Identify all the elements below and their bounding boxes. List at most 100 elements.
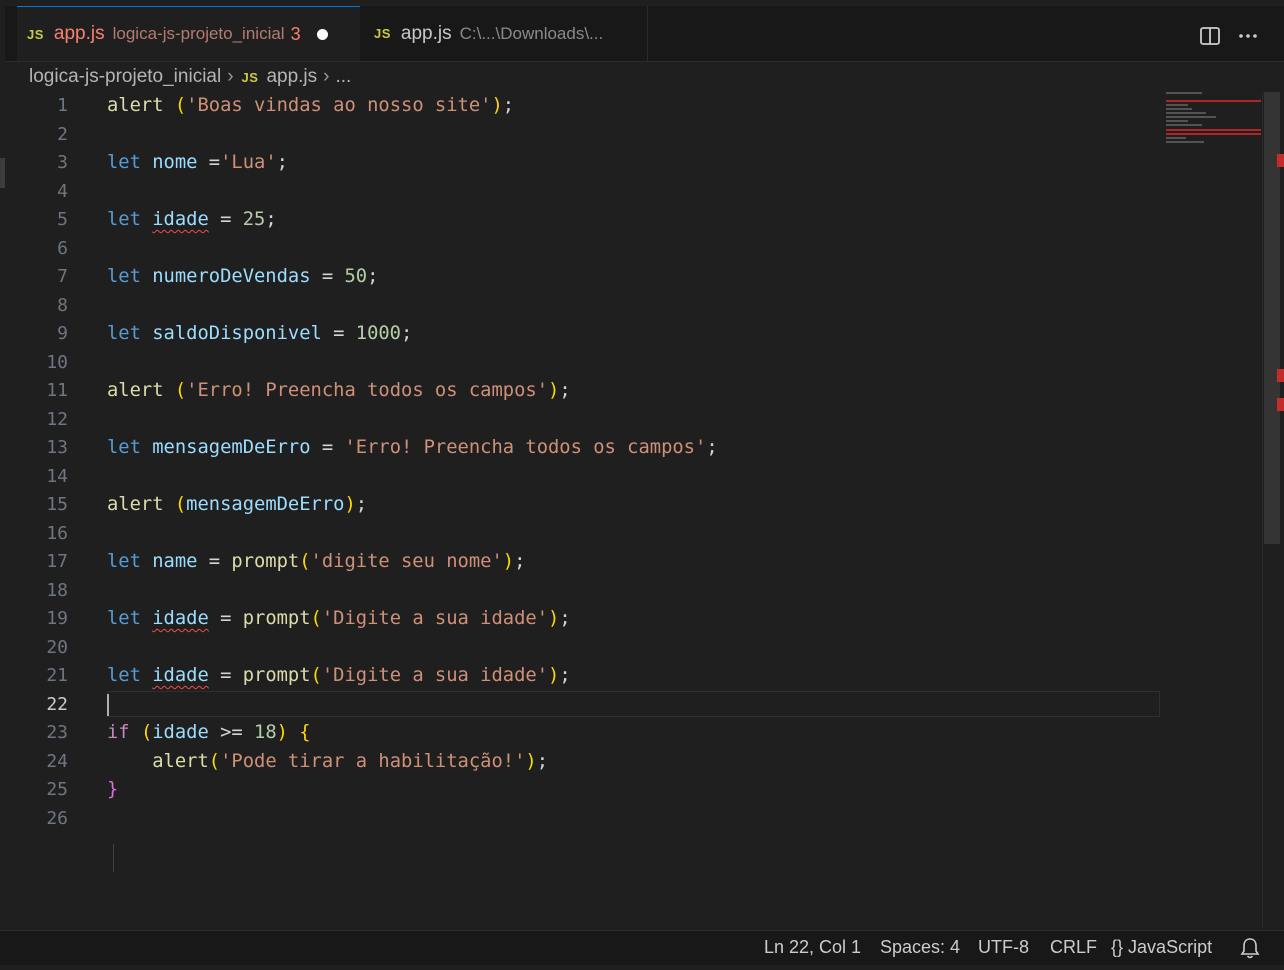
- code-line[interactable]: 15 alert (mensagemDeErro);: [5, 491, 1162, 519]
- code-text[interactable]: let idade = prompt('Digite a sua idade')…: [107, 662, 571, 690]
- breadcrumb: logica-js-projeto_inicial › JS app.js › …: [29, 62, 351, 92]
- tab-problem-count: 3: [290, 23, 301, 44]
- javascript-file-icon: JS: [374, 26, 391, 41]
- minimap-line: [1166, 112, 1206, 114]
- encoding-status[interactable]: UTF-8: [978, 931, 1029, 964]
- code-line[interactable]: 5 let idade = 25;: [5, 206, 1162, 234]
- code-text[interactable]: }: [107, 776, 118, 804]
- eol-status[interactable]: CRLF: [1050, 931, 1097, 964]
- code-text[interactable]: alert ('Erro! Preencha todos os campos')…: [107, 377, 571, 405]
- tab-app-js-downloads[interactable]: JS app.js C:\...\Downloads\...: [360, 6, 648, 61]
- breadcrumb-symbol[interactable]: ...: [335, 66, 351, 88]
- code-line[interactable]: 8: [5, 292, 1162, 320]
- code-line[interactable]: 1 alert ('Boas vindas ao nosso site');: [5, 92, 1162, 120]
- tab-app-js-active[interactable]: JS app.js logica-js-projeto_inicial 3: [17, 6, 360, 61]
- bell-icon[interactable]: [1240, 937, 1260, 959]
- code-line[interactable]: 22: [5, 690, 1162, 719]
- minimap-line: [1166, 141, 1204, 143]
- minimap-line: [1166, 92, 1202, 94]
- line-number: 3: [57, 152, 68, 173]
- minimap-error-line: [1166, 133, 1261, 135]
- breadcrumb-file[interactable]: app.js: [266, 66, 317, 88]
- line-number: 19: [46, 608, 68, 629]
- line-number: 13: [46, 437, 68, 458]
- code-line[interactable]: 9 let saldoDisponivel = 1000;: [5, 320, 1162, 348]
- language-mode[interactable]: {} JavaScript: [1111, 931, 1212, 964]
- code-line[interactable]: 21 let idade = prompt('Digite a sua idade…: [5, 662, 1162, 690]
- line-number: 12: [46, 408, 68, 430]
- chevron-right-icon: ›: [227, 66, 234, 87]
- code-text[interactable]: let saldoDisponivel = 1000;: [107, 320, 412, 348]
- code-text[interactable]: let idade = 25;: [107, 206, 277, 234]
- line-number: 23: [46, 722, 68, 743]
- code-text[interactable]: alert('Pode tirar a habilitação!');: [107, 748, 548, 776]
- code-line[interactable]: 19 let idade = prompt('Digite a sua idade…: [5, 605, 1162, 633]
- code-text[interactable]: alert ('Boas vindas ao nosso site');: [107, 92, 514, 120]
- line-number: 26: [46, 807, 68, 829]
- line-number: 1: [57, 95, 68, 116]
- code-text[interactable]: let numeroDeVendas = 50;: [107, 263, 378, 291]
- code-line[interactable]: 14: [5, 463, 1162, 491]
- code-line[interactable]: 6: [5, 235, 1162, 263]
- javascript-file-icon: JS: [241, 69, 259, 85]
- current-line-highlight: [107, 690, 1160, 717]
- code-line[interactable]: 17 let name = prompt('digite seu nome');: [5, 548, 1162, 576]
- overview-ruler-error: [1277, 369, 1284, 382]
- code-line[interactable]: 16: [5, 520, 1162, 548]
- more-actions-icon[interactable]: [1236, 24, 1260, 48]
- tab-bar: JS app.js logica-js-projeto_inicial 3 JS…: [5, 6, 1284, 62]
- code-text[interactable]: let name = prompt('digite seu nome');: [107, 548, 525, 576]
- line-number: 14: [46, 465, 68, 487]
- tab-label: app.js: [53, 23, 105, 44]
- code-editor[interactable]: 1 alert ('Boas vindas ao nosso site'); 2 3 l…: [5, 92, 1162, 928]
- code-line[interactable]: 26: [5, 805, 1162, 833]
- code-line[interactable]: 24 alert('Pode tirar a habilitação!');: [5, 748, 1162, 776]
- line-number: 22: [46, 693, 68, 715]
- line-number: 2: [57, 123, 68, 145]
- braces-icon: {}: [1111, 937, 1124, 957]
- line-number: 9: [57, 323, 68, 344]
- indent-guide: [113, 844, 114, 872]
- code-text[interactable]: let mensagemDeErro = 'Erro! Preencha tod…: [107, 434, 718, 462]
- overview-ruler-error: [1277, 398, 1284, 411]
- overview-ruler-error: [1277, 154, 1284, 167]
- chevron-right-icon: ›: [323, 66, 330, 87]
- code-line[interactable]: 4: [5, 178, 1162, 206]
- code-line[interactable]: 18: [5, 577, 1162, 605]
- minimap-line: [1166, 120, 1188, 122]
- code-line[interactable]: 2: [5, 121, 1162, 149]
- line-number: 17: [46, 551, 68, 572]
- code-line[interactable]: 11 alert ('Erro! Preencha todos os campos…: [5, 377, 1162, 405]
- line-number: 24: [46, 750, 68, 772]
- code-text[interactable]: let idade = prompt('Digite a sua idade')…: [107, 605, 571, 633]
- minimap-line: [1166, 108, 1192, 110]
- code-text[interactable]: if (idade >= 18) {: [107, 719, 311, 747]
- code-text[interactable]: alert (mensagemDeErro);: [107, 491, 367, 519]
- code-line[interactable]: 13 let mensagemDeErro = 'Erro! Preencha t…: [5, 434, 1162, 462]
- line-number: 8: [57, 294, 68, 316]
- minimap[interactable]: [1162, 92, 1262, 152]
- code-line[interactable]: 12: [5, 406, 1162, 434]
- code-line[interactable]: 10: [5, 349, 1162, 377]
- code-line[interactable]: 3 let nome ='Lua';: [5, 149, 1162, 177]
- unsaved-dot-icon[interactable]: [316, 28, 328, 40]
- cursor-position[interactable]: Ln 22, Col 1: [764, 931, 861, 964]
- line-number: 18: [46, 579, 68, 601]
- indentation-status[interactable]: Spaces: 4: [880, 931, 960, 964]
- breadcrumb-folder[interactable]: logica-js-projeto_inicial: [29, 66, 221, 88]
- code-line[interactable]: 23 if (idade >= 18) {: [5, 719, 1162, 747]
- line-number: 16: [46, 522, 68, 544]
- line-number: 7: [57, 266, 68, 287]
- split-editor-icon[interactable]: [1198, 24, 1222, 48]
- line-number: 10: [46, 351, 68, 373]
- code-line[interactable]: 25}: [5, 776, 1162, 804]
- minimap-line: [1166, 137, 1186, 139]
- code-line[interactable]: 7 let numeroDeVendas = 50;: [5, 263, 1162, 291]
- minimap-line: [1166, 104, 1188, 106]
- minimap-line: [1166, 116, 1216, 118]
- tab-description: C:\...\Downloads\...: [459, 23, 604, 43]
- code-line[interactable]: 20: [5, 634, 1162, 662]
- status-bar: Ln 22, Col 1 Spaces: 4 UTF-8 CRLF {} Jav…: [0, 930, 1284, 965]
- code-text[interactable]: let nome ='Lua';: [107, 149, 288, 177]
- language-label: JavaScript: [1128, 937, 1213, 957]
